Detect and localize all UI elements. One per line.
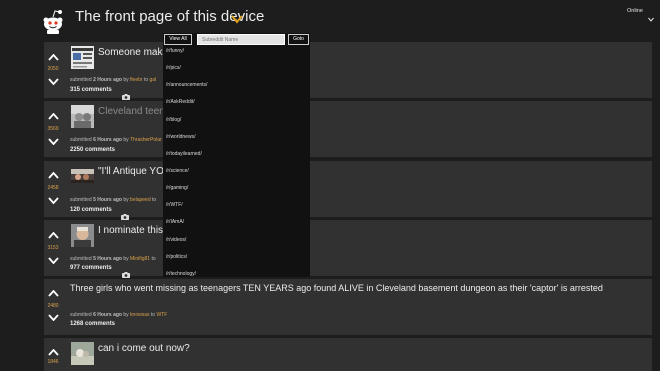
camera-icon: [122, 265, 130, 278]
view-all-button[interactable]: View All: [164, 34, 192, 45]
subreddit-item[interactable]: /r/IAmA/: [166, 219, 184, 225]
vote-column: 1846: [44, 338, 66, 371]
post-author[interactable]: fleebr: [130, 77, 143, 83]
status-label: Online: [627, 8, 643, 14]
post-card[interactable]: 2458 "I'll Antique YOUR submitted 5 Hour…: [44, 161, 652, 220]
post-author[interactable]: knowsas: [130, 312, 149, 318]
post-title[interactable]: can i come out now?: [98, 343, 298, 354]
post-score: 2050: [47, 66, 59, 72]
upvote-icon[interactable]: [48, 232, 59, 239]
status-chevron-down-icon[interactable]: [648, 9, 654, 22]
vote-column: 2050: [44, 42, 66, 98]
comments-link[interactable]: 315 comments: [70, 87, 112, 93]
post-thumbnail[interactable]: [71, 169, 94, 183]
subreddit-item[interactable]: /r/AskReddit/: [166, 99, 195, 105]
post-card[interactable]: 3153 I nominate this gu submitted 5 Hour…: [44, 220, 652, 278]
camera-icon: [122, 87, 130, 100]
subreddit-item[interactable]: /r/WTF/: [166, 202, 183, 208]
upvote-icon[interactable]: [48, 349, 59, 356]
post-meta: submitted 2 Hours ago by fleebr to gal: [70, 77, 157, 83]
subreddit-item[interactable]: /r/videos/: [166, 237, 186, 243]
subreddit-name-input[interactable]: [197, 34, 285, 45]
post-score: 1846: [47, 359, 59, 365]
post-score: 3153: [47, 245, 59, 251]
subreddit-item[interactable]: /r/announcements/: [166, 82, 207, 88]
post-author[interactable]: Minifig81: [130, 256, 150, 262]
upvote-icon[interactable]: [48, 54, 59, 61]
subreddit-item[interactable]: /r/technology/: [166, 271, 196, 277]
goto-button[interactable]: Goto: [288, 34, 309, 45]
post-score: 2458: [47, 185, 59, 191]
post-card[interactable]: 2050 Someone make t submitted 2 Hours ag…: [44, 42, 652, 100]
subreddit-item[interactable]: /r/funny/: [166, 48, 184, 54]
comments-link[interactable]: 977 comments: [70, 265, 112, 271]
post-title[interactable]: I nominate this gu: [98, 225, 170, 236]
subreddit-item[interactable]: /r/blog/: [166, 117, 181, 123]
comments-link[interactable]: 1268 comments: [70, 321, 115, 327]
subreddit-item[interactable]: /r/todayilearned/: [166, 151, 202, 157]
subreddit-item[interactable]: /r/science/: [166, 168, 189, 174]
post-meta: submitted 5 Hours ago by Minifig81 to: [70, 256, 156, 262]
post-thumbnail[interactable]: [71, 224, 94, 247]
app-header: The front page of this device Online: [0, 0, 660, 40]
post-title[interactable]: Three girls who went missing as teenager…: [70, 283, 630, 293]
upvote-icon[interactable]: [48, 172, 59, 179]
post-meta: submitted 5 Hours ago by belapeed to: [70, 197, 157, 203]
post-author[interactable]: belapeed: [130, 197, 151, 203]
post-thumbnail[interactable]: [71, 342, 94, 365]
vote-column: 3153: [44, 220, 66, 276]
upvote-icon[interactable]: [48, 113, 59, 120]
post-score: 2480: [47, 303, 59, 309]
vote-column: 3569: [44, 101, 66, 157]
post-card[interactable]: 2480 Three girls who went missing as tee…: [44, 279, 652, 335]
downvote-icon[interactable]: [48, 138, 59, 145]
subreddit-item[interactable]: /r/gaming/: [166, 185, 188, 191]
comments-link[interactable]: 2250 comments: [70, 147, 115, 153]
downvote-icon[interactable]: [48, 197, 59, 204]
camera-icon: [121, 207, 129, 220]
post-author[interactable]: ThrasherPolar: [130, 137, 162, 143]
vote-column: 2458: [44, 161, 66, 217]
post-thumbnail[interactable]: [71, 46, 94, 69]
upvote-icon[interactable]: [48, 290, 59, 297]
post-subreddit[interactable]: gal: [150, 77, 157, 83]
downvote-icon[interactable]: [48, 314, 59, 321]
downvote-icon[interactable]: [48, 78, 59, 85]
post-meta: submitted 6 Hours ago by knowsas to WTF: [70, 312, 168, 318]
post-subreddit[interactable]: WTF: [156, 312, 167, 318]
downvote-icon[interactable]: [48, 257, 59, 264]
post-card[interactable]: 3569 Cleveland teens f submitted 6 Hours…: [44, 101, 652, 157]
vote-column: 2480: [44, 279, 66, 335]
post-score: 3569: [47, 126, 59, 132]
chevron-down-icon[interactable]: [231, 11, 243, 24]
subreddit-item[interactable]: /r/politics/: [166, 254, 187, 260]
comments-link[interactable]: 120 comments: [70, 207, 112, 213]
post-thumbnail[interactable]: [71, 105, 94, 128]
reddit-alien-logo-icon: [40, 8, 66, 34]
post-meta: submitted 6 Hours ago by ThrasherPolar t…: [70, 137, 167, 143]
subreddit-item[interactable]: /r/pics/: [166, 65, 181, 71]
subreddit-item[interactable]: /r/worldnews/: [166, 134, 195, 140]
post-card[interactable]: 1846 can i come out now?: [44, 338, 652, 371]
